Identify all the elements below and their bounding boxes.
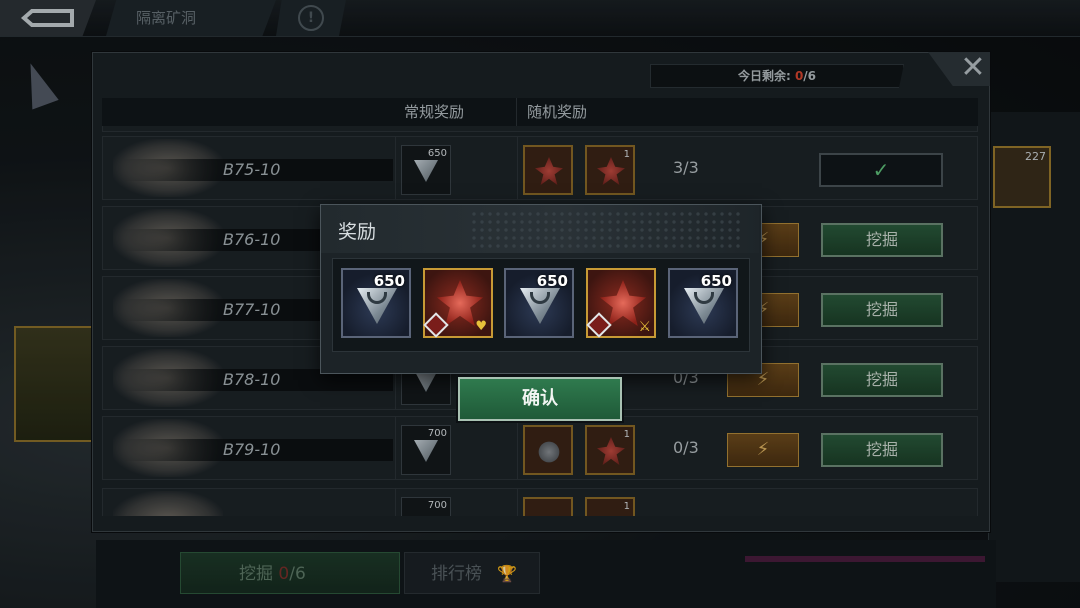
reward-popup-title: 奖励 [338, 221, 377, 243]
rarity-badge-icon [423, 312, 449, 338]
reward-item-diamond[interactable]: 650 [668, 268, 738, 338]
reward-item-diamond[interactable]: 650 [504, 268, 574, 338]
header-pattern [470, 210, 740, 250]
item-quantity: 650 [700, 272, 732, 290]
confirm-button[interactable]: 确认 [458, 377, 622, 421]
reward-item-diamond[interactable]: 650 [341, 268, 411, 338]
reward-item-crystal[interactable]: ♥ [423, 268, 493, 338]
sword-icon: ⚔ [638, 319, 651, 335]
item-quantity: 650 [373, 272, 405, 290]
reward-item-crystal[interactable]: ⚔ [586, 268, 656, 338]
rarity-badge-icon [586, 312, 612, 338]
heart-icon: ♥ [475, 319, 487, 334]
item-quantity: 650 [536, 272, 568, 290]
